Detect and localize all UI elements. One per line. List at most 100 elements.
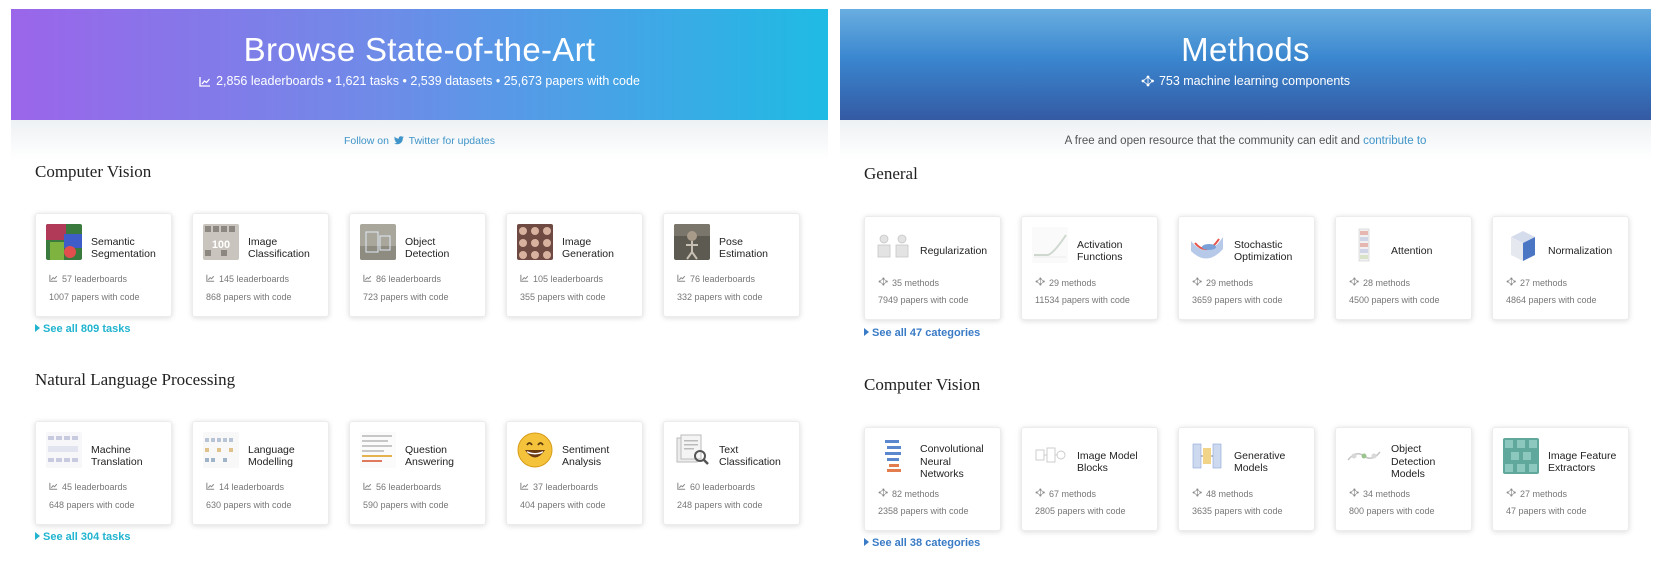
method-card-image-model-blocks[interactable]: Image Model Blocks 67 methods 2805 paper… (1021, 427, 1158, 531)
card-title: Language Modelling (248, 443, 295, 469)
see-all-cv-categories-link[interactable]: See all 38 categories (864, 537, 980, 549)
chart-line-icon (206, 482, 215, 492)
method-card-generative-models[interactable]: Generative Models 48 methods 3635 papers… (1178, 427, 1315, 531)
card-methods: 35 methods (878, 277, 939, 288)
task-card-machine-translation[interactable]: Machine Translation 45 leaderboards 648 … (35, 421, 172, 525)
card-papers: 7949 papers with code (878, 295, 969, 305)
chart-line-icon (520, 482, 529, 492)
qa-thumbnail (360, 432, 396, 468)
hero-stats-text: 2,856 leaderboards • 1,621 tasks • 2,539… (216, 74, 640, 88)
card-papers: 4864 papers with code (1506, 295, 1597, 305)
card-stat1-text: 29 methods (1206, 277, 1254, 288)
task-card-text-classification[interactable]: Text Classification 60 leaderboards 248 … (663, 421, 800, 525)
card-stat1-text: 82 methods (892, 488, 940, 499)
see-all-label: See all 47 categories (872, 327, 981, 339)
card-papers: 3635 papers with code (1192, 506, 1283, 516)
segmentation-thumbnail (46, 224, 82, 260)
smile-emoji-icon (517, 432, 553, 468)
hero-stats: 753 machine learning components (840, 74, 1651, 88)
method-cards-cv: Convolutional Neural Networks 82 methods… (864, 427, 1629, 531)
see-all-nlp-tasks-link[interactable]: See all 304 tasks (35, 531, 130, 543)
contribute-link[interactable]: contribute to (1363, 135, 1426, 147)
see-all-label: See all 304 tasks (43, 531, 131, 543)
method-card-stochastic-optimization[interactable]: Stochastic Optimization 29 methods 3659 … (1178, 216, 1315, 320)
task-card-pose-estimation[interactable]: Pose Estimation 76 leaderboards 332 pape… (663, 213, 800, 317)
twitter-link[interactable]: Twitter for updates (409, 135, 495, 147)
network-icon (1349, 488, 1359, 499)
card-papers: 648 papers with code (49, 500, 135, 510)
card-title: Text Classification (719, 443, 781, 469)
page-title: Browse State-of-the-Art (243, 31, 596, 68)
card-papers: 47 papers with code (1506, 506, 1587, 516)
task-cards-cv: Semantic Segmentation 57 leaderboards 10… (35, 213, 800, 317)
network-icon (1192, 277, 1202, 288)
method-cards-general: Regularization 35 methods 7949 papers wi… (864, 216, 1629, 320)
card-leaderboards: 57 leaderboards (49, 274, 127, 284)
card-stat1-text: 37 leaderboards (533, 482, 599, 492)
language-modelling-thumbnail (203, 432, 239, 468)
card-papers: 2805 papers with code (1035, 506, 1126, 516)
method-card-object-detection-models[interactable]: Object Detection Models 34 methods 800 p… (1335, 427, 1472, 531)
card-title: Object Detection Models (1391, 443, 1436, 481)
method-card-normalization[interactable]: Normalization 27 methods 4864 papers wit… (1492, 216, 1629, 320)
method-card-activation-functions[interactable]: Activation Functions 29 methods 11534 pa… (1021, 216, 1158, 320)
svg-text:100: 100 (212, 239, 230, 251)
task-card-image-generation[interactable]: Image Generation 105 leaderboards 355 pa… (506, 213, 643, 317)
see-all-cv-tasks-link[interactable]: See all 809 tasks (35, 323, 130, 335)
hero-stats-text: 753 machine learning components (1158, 74, 1351, 88)
card-papers: 248 papers with code (677, 500, 763, 510)
caret-right-icon (35, 323, 40, 335)
chart-line-icon (677, 274, 686, 284)
chart-line-icon (363, 274, 372, 284)
detection-models-thumbnail (1346, 438, 1382, 474)
task-card-sentiment-analysis[interactable]: Sentiment Analysis 37 leaderboards 404 p… (506, 421, 643, 525)
method-card-attention[interactable]: Attention 28 methods 4500 papers with co… (1335, 216, 1472, 320)
card-stat1-text: 34 methods (1363, 488, 1411, 499)
card-methods: 48 methods (1192, 488, 1253, 499)
sota-panel: Browse State-of-the-Art 2,856 leaderboar… (11, 9, 828, 580)
task-card-language-modelling[interactable]: Language Modelling 14 leaderboards 630 p… (192, 421, 329, 525)
card-title: Image Model Blocks (1077, 449, 1138, 475)
card-title: Generative Models (1234, 449, 1286, 475)
sota-hero: Browse State-of-the-Art 2,856 leaderboar… (11, 9, 828, 120)
network-icon (1035, 277, 1045, 288)
card-stat1-text: 86 leaderboards (376, 274, 442, 284)
network-icon (878, 488, 888, 499)
card-methods: 67 methods (1035, 488, 1096, 499)
card-methods: 28 methods (1349, 277, 1410, 288)
card-stat1-text: 76 leaderboards (690, 274, 756, 284)
network-icon (1141, 75, 1154, 87)
card-leaderboards: 76 leaderboards (677, 274, 755, 284)
card-title: Regularization (920, 244, 988, 257)
see-all-general-categories-link[interactable]: See all 47 categories (864, 327, 980, 339)
card-stat1-text: 60 leaderboards (690, 482, 756, 492)
card-stat1-text: 45 leaderboards (62, 482, 128, 492)
card-stat1-text: 29 methods (1049, 277, 1097, 288)
task-card-question-answering[interactable]: Question Answering 56 leaderboards 590 p… (349, 421, 486, 525)
section-title-computer-vision: Computer Vision (35, 162, 152, 181)
card-methods: 82 methods (878, 488, 939, 499)
method-card-cnn[interactable]: Convolutional Neural Networks 82 methods… (864, 427, 1001, 531)
card-methods: 34 methods (1349, 488, 1410, 499)
chart-line-icon (677, 482, 686, 492)
task-card-semantic-segmentation[interactable]: Semantic Segmentation 57 leaderboards 10… (35, 213, 172, 317)
methods-panel: Methods 753 machine learning components … (840, 9, 1651, 580)
card-title: Pose Estimation (719, 235, 769, 261)
card-papers: 332 papers with code (677, 292, 763, 302)
card-title: Attention (1391, 244, 1433, 257)
card-stat1-text: 27 methods (1520, 488, 1568, 499)
card-papers: 404 papers with code (520, 500, 606, 510)
network-icon (878, 277, 888, 288)
card-leaderboards: 56 leaderboards (363, 482, 441, 492)
card-stat1-text: 14 leaderboards (219, 482, 285, 492)
card-papers: 800 papers with code (1349, 506, 1435, 516)
classification-thumbnail: 100 (203, 224, 239, 260)
caret-right-icon (864, 327, 869, 339)
method-card-image-feature-extractors[interactable]: Image Feature Extractors 27 methods 47 p… (1492, 427, 1629, 531)
card-title: Object Detection (405, 235, 450, 261)
follow-prefix: Follow on (344, 135, 389, 147)
task-card-image-classification[interactable]: 100 Image Classification 145 leaderboard… (192, 213, 329, 317)
task-card-object-detection[interactable]: Object Detection 86 leaderboards 723 pap… (349, 213, 486, 317)
card-stat1-text: 28 methods (1363, 277, 1411, 288)
method-card-regularization[interactable]: Regularization 35 methods 7949 papers wi… (864, 216, 1001, 320)
